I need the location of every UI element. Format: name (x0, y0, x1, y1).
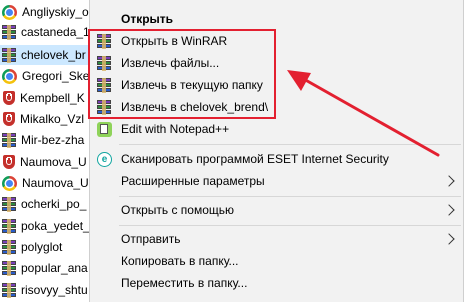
chrome-icon (2, 4, 17, 20)
rar-icon (2, 260, 16, 276)
file-name: popular_ana (21, 261, 88, 275)
file-name: Kempbell_K (20, 91, 85, 105)
file-name: castaneda_1 (21, 25, 90, 39)
rar-icon (2, 196, 16, 212)
file-row-7[interactable]: Naumova_U (0, 152, 92, 172)
red-doc-icon (3, 91, 15, 105)
file-row-8[interactable]: Naumova_U (0, 173, 92, 193)
winrar-icon (97, 100, 112, 115)
file-name: risovyy_shtu (21, 283, 88, 297)
menu-label: Извлечь в chelovek_brend\ (121, 100, 269, 114)
chevron-right-icon (443, 175, 455, 187)
winrar-icon (97, 34, 112, 49)
rar-icon (2, 239, 16, 255)
file-row-0[interactable]: Angliyskiy_o (0, 2, 92, 22)
rar-icon (2, 218, 16, 234)
menu-item-eset-scan[interactable]: e Сканировать программой ESET Internet S… (90, 148, 463, 170)
file-row-9[interactable]: ocherki_po_ (0, 194, 92, 214)
file-name: Naumova_U (20, 155, 87, 169)
rar-icon (2, 282, 16, 298)
eset-icon: e (97, 152, 112, 167)
file-row-13[interactable]: risovyy_shtu (0, 280, 92, 300)
menu-item-open-with[interactable]: Открыть с помощью (90, 199, 463, 221)
winrar-icon (97, 56, 112, 71)
file-list: Angliyskiy_o castaneda_1 chelovek_br Gre… (0, 0, 92, 302)
menu-label: Извлечь файлы... (121, 56, 220, 70)
file-name: Gregori_Ske (22, 69, 90, 83)
rar-icon (2, 132, 16, 148)
notepadpp-icon (97, 122, 112, 137)
menu-item-edit-notepadpp[interactable]: Edit with Notepad++ (90, 118, 463, 140)
menu-label: Edit with Notepad++ (121, 122, 230, 136)
file-name: ocherki_po_ (21, 197, 87, 211)
file-row-11[interactable]: polyglot (0, 237, 92, 257)
menu-label: Отправить (121, 232, 181, 246)
red-doc-icon (3, 112, 15, 126)
menu-label: Извлечь в текущую папку (121, 78, 263, 92)
chevron-right-icon (443, 233, 455, 245)
rar-icon (2, 24, 16, 40)
menu-item-extract-to-folder[interactable]: Извлечь в chelovek_brend\ (90, 96, 463, 118)
menu-item-extract-here[interactable]: Извлечь в текущую папку (90, 74, 463, 96)
menu-separator (119, 225, 461, 226)
file-name: Naumova_U (22, 176, 89, 190)
chrome-icon (2, 68, 17, 84)
menu-label: Расширенные параметры (121, 174, 265, 188)
menu-label: Открыть в WinRAR (121, 34, 228, 48)
menu-item-advanced-options[interactable]: Расширенные параметры (90, 170, 463, 192)
file-row-10[interactable]: poka_yedet_ (0, 216, 92, 236)
file-name: Mir-bez-zha (21, 133, 85, 147)
file-name: polyglot (21, 240, 63, 254)
menu-item-open-winrar[interactable]: Открыть в WinRAR (90, 30, 463, 52)
file-name: poka_yedet_ (21, 219, 90, 233)
menu-label: Открыть (121, 12, 174, 26)
menu-item-move-to-folder[interactable]: Переместить в папку... (90, 272, 463, 294)
file-row-2[interactable]: chelovek_br (0, 45, 92, 65)
menu-item-copy-to-folder[interactable]: Копировать в папку... (90, 250, 463, 272)
menu-label: Переместить в папку... (121, 276, 248, 290)
rar-icon (2, 47, 16, 63)
file-row-1[interactable]: castaneda_1 (0, 22, 92, 42)
menu-label: Копировать в папку... (121, 254, 239, 268)
menu-label: Открыть с помощью (121, 203, 235, 217)
menu-item-open[interactable]: Открыть (90, 8, 463, 30)
menu-item-extract-files[interactable]: Извлечь файлы... (90, 52, 463, 74)
file-row-4[interactable]: Kempbell_K (0, 88, 92, 108)
chevron-right-icon (443, 204, 455, 216)
file-row-3[interactable]: Gregori_Ske (0, 66, 92, 86)
context-menu: Открыть Открыть в WinRAR Извлечь файлы..… (89, 0, 464, 302)
file-name: Mikalko_Vzl (20, 112, 85, 126)
menu-separator (119, 144, 461, 145)
menu-separator (119, 196, 461, 197)
chrome-icon (2, 175, 17, 191)
winrar-icon (97, 78, 112, 93)
file-name: Angliyskiy_o (22, 5, 89, 19)
file-row-12[interactable]: popular_ana (0, 258, 92, 278)
file-row-6[interactable]: Mir-bez-zha (0, 130, 92, 150)
menu-label: Сканировать программой ESET Internet Sec… (121, 152, 389, 166)
menu-item-send-to[interactable]: Отправить (90, 228, 463, 250)
red-doc-icon (3, 155, 15, 169)
file-row-5[interactable]: Mikalko_Vzl (0, 109, 92, 129)
file-name: chelovek_br (21, 48, 86, 62)
